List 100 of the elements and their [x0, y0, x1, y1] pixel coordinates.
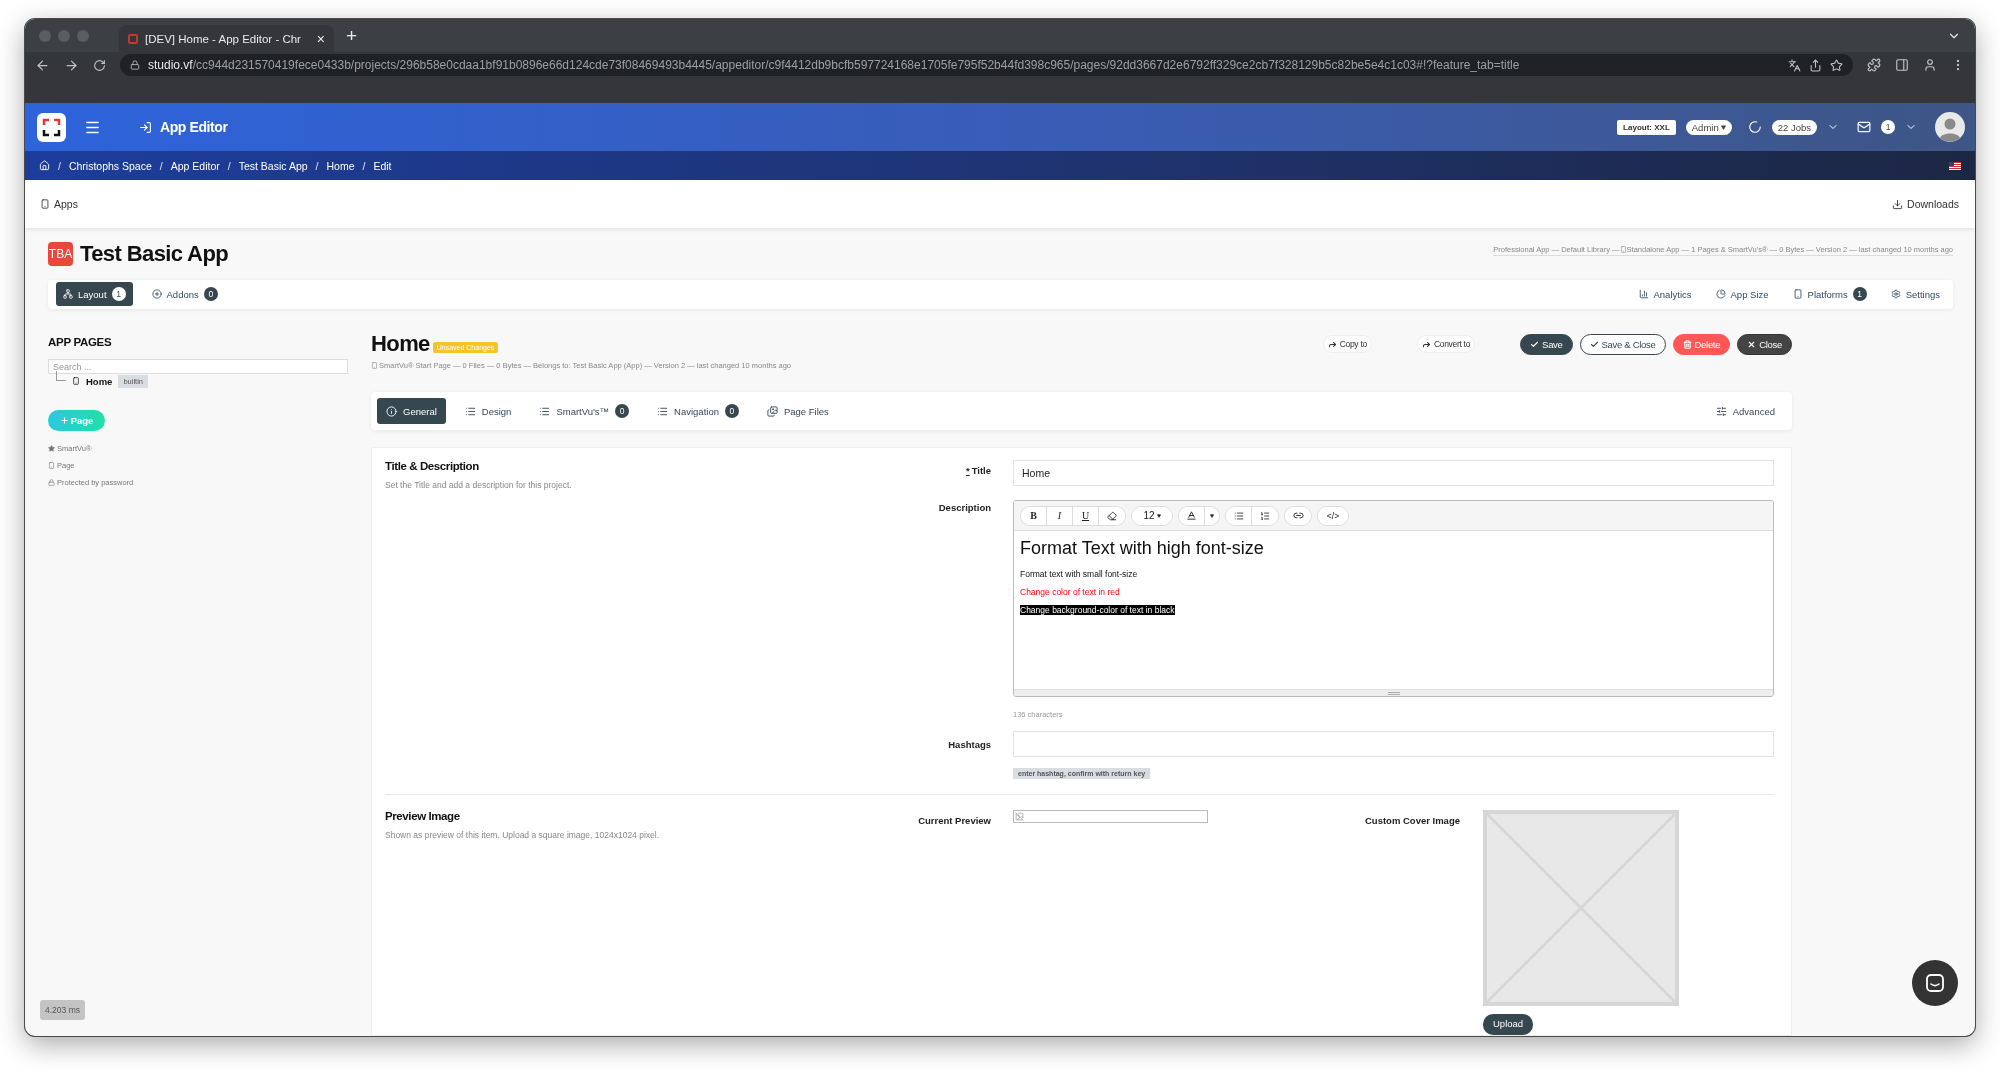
apps-link[interactable]: Apps	[40, 198, 78, 210]
breadcrumb-link[interactable]: Christophs Space	[68, 159, 152, 172]
action-icon	[1747, 339, 1757, 349]
description-text: Change background-color of text in black	[1020, 605, 1175, 615]
caret-icon	[1156, 513, 1161, 518]
code-view-button[interactable]: </>	[1318, 506, 1348, 525]
title-field[interactable]: Home	[1013, 460, 1774, 486]
phone-icon	[1619, 246, 1627, 254]
bold-button[interactable]: B	[1021, 506, 1047, 525]
breadcrumb-link[interactable]: Test Basic App	[238, 159, 308, 172]
font-size-dropdown[interactable]: 12	[1132, 506, 1172, 525]
app-nav-link[interactable]: Analytics	[1631, 282, 1699, 307]
action-icon	[1421, 339, 1431, 349]
app-nav-link[interactable]: App Size	[1708, 282, 1776, 307]
nav-icon	[151, 289, 162, 300]
breadcrumb-link[interactable]: Home	[326, 159, 355, 172]
phone-icon	[40, 199, 50, 209]
app-nav-tab[interactable]: Addons 0	[144, 282, 225, 307]
field-label: Hashtags	[947, 738, 991, 752]
field-label: Custom Cover Image	[1363, 814, 1460, 826]
tab-icon	[464, 405, 476, 417]
breadcrumb-link[interactable]: Edit	[373, 159, 392, 172]
action-button[interactable]: Convert to	[1416, 335, 1476, 353]
translate-icon[interactable]	[1788, 58, 1801, 72]
sidebar-heading: APP PAGES	[48, 336, 113, 348]
tab[interactable]: Navigation 0	[648, 398, 748, 424]
upload-button[interactable]: Upload	[1483, 1014, 1534, 1035]
browser-tab[interactable]: [DEV] Home - App Editor - Chr ×	[119, 25, 334, 52]
address-bar[interactable]: studio.vf/cc944d231570419fece0433b/projects/296b58e0cdaa1bf91b0896e66d124cde73f08469493b4445/appeditor/c9f4412db9bcfb597724168e1705fe795f52b44fd398c965/pages/92dd3667d2e6792ff329ce2cb7f328129b5c82be5e4c1c03#!?feature_tab=title	[120, 54, 1853, 76]
description-text: Format Text with high font-size	[1020, 538, 1264, 559]
action-icon	[1327, 339, 1337, 349]
reload-icon[interactable]	[93, 58, 106, 72]
mail-icon[interactable]	[1857, 120, 1871, 134]
rich-text-editor[interactable]: B I U 12 </> Format Text with high font-size Format text with small font-size Change color of text in red Change background-color of text in black	[1013, 500, 1774, 697]
chat-button[interactable]	[1912, 960, 1958, 1006]
count-badge: 1	[1852, 287, 1867, 302]
nav-icon	[1715, 289, 1726, 300]
bookmark-star-icon[interactable]	[1830, 58, 1843, 72]
link-icon	[1292, 510, 1304, 521]
text-color-button[interactable]	[1179, 506, 1205, 525]
tab[interactable]: SmartVu's™ 0	[530, 398, 639, 424]
tab[interactable]: General	[377, 398, 446, 424]
phone-icon	[72, 377, 80, 385]
avatar[interactable]	[1935, 112, 1965, 142]
action-icon	[1530, 339, 1540, 349]
section-hint: Set the Title and add a description for this project.	[385, 480, 573, 490]
back-icon[interactable]	[35, 57, 50, 73]
action-button[interactable]: Copy to	[1322, 335, 1372, 353]
bullet-list-icon	[1233, 510, 1244, 521]
new-tab-button[interactable]: +	[346, 24, 358, 47]
message-count: 1	[1881, 120, 1895, 134]
search-field[interactable]: Search ...	[48, 359, 348, 374]
profile-icon[interactable]	[1923, 58, 1937, 72]
nav-icon	[1890, 289, 1901, 300]
breadcrumb-link[interactable]: App Editor	[170, 159, 220, 172]
tab-icon	[386, 405, 397, 417]
nav-icon	[63, 289, 73, 300]
page-title: Home	[371, 331, 430, 357]
spinner-icon	[1747, 120, 1762, 134]
advanced-link[interactable]: Advanced	[1715, 405, 1775, 417]
tab-close-button[interactable]: ×	[316, 30, 325, 47]
action-button[interactable]: Save	[1520, 333, 1573, 355]
link-button[interactable]	[1285, 506, 1311, 525]
section-heading: Preview Image	[385, 810, 461, 822]
app-nav-tab[interactable]: Layout 1	[56, 282, 133, 307]
app-nav-link[interactable]: Settings	[1883, 282, 1947, 307]
action-button[interactable]: Save & Close	[1579, 333, 1666, 355]
resize-handle[interactable]	[1387, 691, 1400, 695]
app-nav-link[interactable]: Platforms 1	[1785, 282, 1874, 307]
tab-icon	[539, 405, 551, 417]
flag-icon[interactable]	[1949, 161, 1961, 170]
forward-icon[interactable]	[64, 57, 79, 73]
role-dropdown[interactable]: Admin	[1685, 119, 1732, 135]
share-icon[interactable]	[1809, 58, 1822, 72]
breadcrumb-separator: /	[362, 159, 366, 172]
page-tree-item[interactable]: Home	[86, 375, 113, 387]
nav-icon	[1792, 289, 1803, 300]
text-color-icon	[1186, 510, 1197, 521]
tab[interactable]: Page Files	[757, 398, 838, 424]
hashtags-field[interactable]	[1013, 731, 1774, 757]
breadcrumb-separator: /	[159, 159, 163, 172]
count-badge: 1	[111, 287, 126, 302]
tab[interactable]: Design	[455, 398, 521, 424]
nav-icon	[1638, 289, 1649, 300]
numbered-list-icon	[1260, 510, 1270, 521]
downloads-link[interactable]: Downloads	[1892, 198, 1959, 210]
bullet-list-button[interactable]	[1226, 506, 1252, 525]
app-logo[interactable]	[37, 112, 66, 142]
side-panel-icon[interactable]	[1895, 58, 1909, 72]
download-icon	[1892, 198, 1904, 210]
count-badge: 0	[615, 404, 630, 418]
timing-badge: 4.203 ms	[40, 1000, 85, 1020]
legend-icon	[48, 445, 55, 452]
jobs-pill[interactable]: 22 Jobs	[1771, 119, 1817, 135]
tab-icon	[766, 405, 778, 417]
extensions-icon[interactable]	[1867, 58, 1881, 72]
action-button[interactable]: Close	[1737, 333, 1792, 355]
count-badge: 0	[203, 287, 218, 302]
home-icon[interactable]	[39, 160, 50, 171]
description-text: Format text with small font-size	[1020, 569, 1138, 579]
